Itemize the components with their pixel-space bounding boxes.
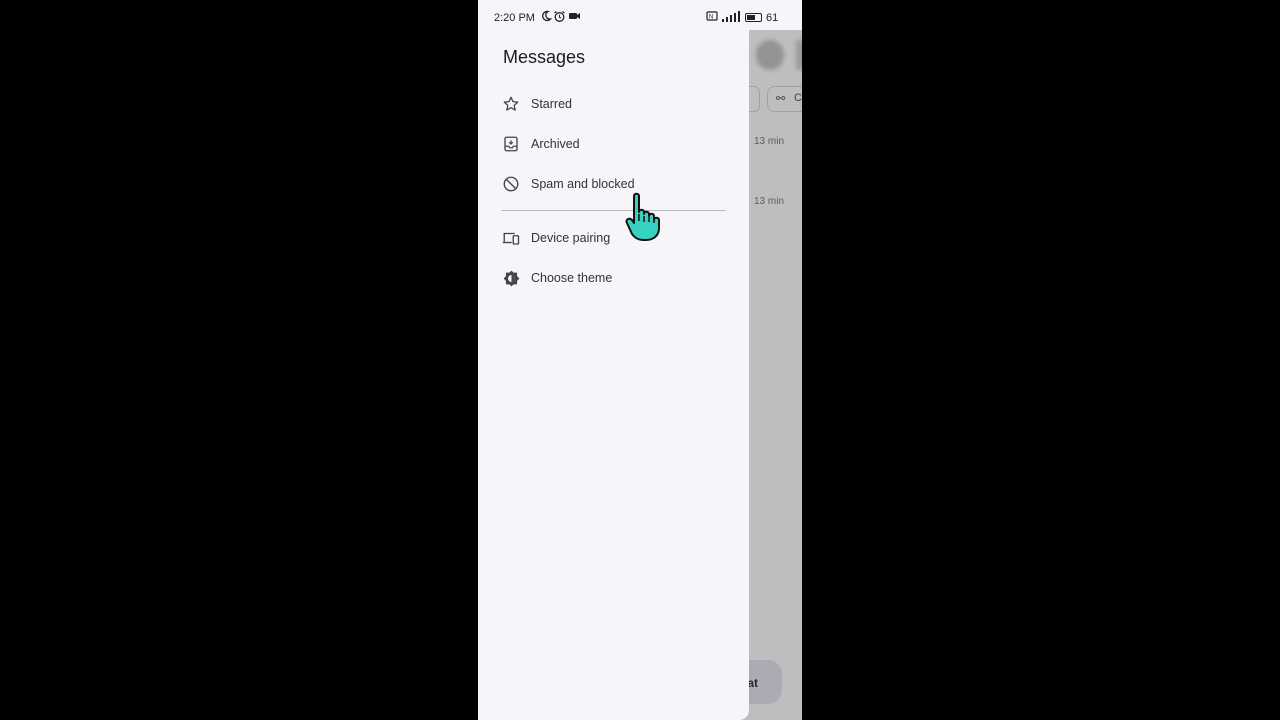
drawer-item-label: Choose theme (531, 271, 613, 285)
signal-icon (720, 10, 742, 25)
block-icon (500, 173, 522, 195)
phone-screen: ⚯ C 13 min 13 min hat 2:20 PM N 61 Messa… (478, 0, 802, 720)
drawer-item-label: Spam and blocked (531, 177, 635, 191)
drawer-item-archived[interactable]: Archived (500, 129, 730, 159)
status-time: 2:20 PM (494, 12, 535, 24)
video-icon (568, 10, 581, 25)
battery-percent: 61 (766, 12, 779, 24)
pointing-hand-cursor-icon (624, 190, 668, 247)
drawer-item-choose-theme[interactable]: Choose theme (500, 263, 730, 293)
drawer-title: Messages (503, 47, 586, 67)
sim-icon: N (706, 10, 718, 25)
drawer-item-label: Device pairing (531, 231, 611, 245)
battery-icon (745, 13, 762, 22)
devices-icon (500, 227, 522, 249)
svg-text:N: N (709, 15, 713, 21)
drawer-item-device-pairing[interactable]: Device pairing (500, 223, 730, 253)
drawer-item-starred[interactable]: Starred (500, 89, 730, 119)
drawer-divider (501, 210, 726, 211)
star-icon (500, 93, 522, 115)
drawer-item-label: Starred (531, 97, 572, 111)
status-bar: 2:20 PM N 61 (478, 0, 802, 30)
drawer-item-spam-and-blocked[interactable]: Spam and blocked (500, 169, 730, 199)
navigation-drawer: Messages Starred Archived Spam and block… (478, 0, 749, 720)
theme-icon (500, 267, 522, 289)
moon-icon (540, 10, 553, 25)
drawer-item-label: Archived (531, 137, 580, 151)
archive-icon (500, 133, 522, 155)
alarm-icon (553, 10, 566, 26)
